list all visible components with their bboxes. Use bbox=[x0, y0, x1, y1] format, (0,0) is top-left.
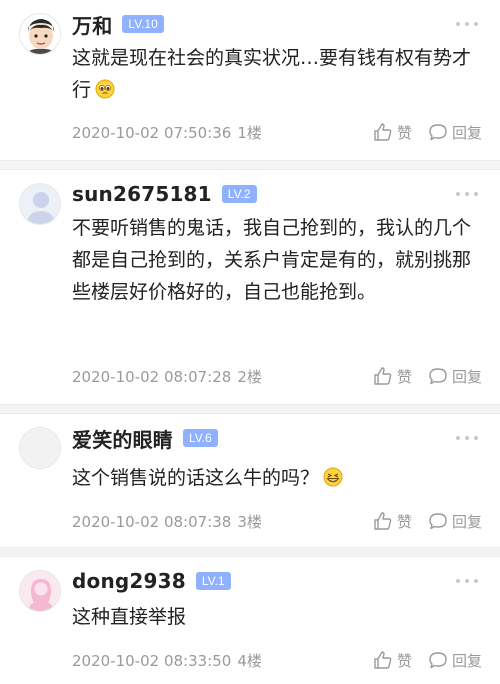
divider bbox=[0, 404, 500, 414]
comment-header: dong2938 LV.1 bbox=[72, 568, 231, 594]
grinning-face-emoji bbox=[323, 467, 343, 487]
comment-meta: 2020-10-02 08:33:50 4楼 bbox=[72, 650, 357, 671]
comment-text: 这种直接举报 bbox=[72, 606, 187, 628]
comment-header: 爱笑的眼睛 LV.6 bbox=[72, 424, 218, 453]
level-badge: LV.6 bbox=[183, 429, 218, 447]
comment-text: 这就是现在社会的真实状况…要有钱有权有势才行 bbox=[72, 47, 472, 101]
comment-text: 不要听销售的鬼话，我自己抢到的，我认的几个都是自己抢到的，关系户肯定是有的，就别… bbox=[72, 217, 472, 303]
more-options-icon[interactable] bbox=[456, 434, 478, 442]
reply-label: 回复 bbox=[451, 651, 482, 670]
cartoon-man-avatar-icon bbox=[20, 14, 60, 54]
comment-time: 2020-10-02 08:33:50 bbox=[72, 651, 232, 670]
comment-time: 2020-10-02 07:50:36 bbox=[72, 123, 232, 142]
pink-user-avatar-icon bbox=[20, 571, 60, 611]
level-badge: LV.1 bbox=[195, 572, 231, 590]
comment-meta: 2020-10-02 07:50:36 1楼 bbox=[72, 122, 357, 143]
level-badge: LV.10 bbox=[122, 15, 164, 33]
username[interactable]: sun2675181 bbox=[72, 182, 212, 206]
comment-item: dong2938 LV.1 这种直接举报 2020-10-02 08:33:50… bbox=[0, 557, 500, 684]
reply-button[interactable]: 回复 bbox=[428, 122, 482, 143]
more-options-icon[interactable] bbox=[456, 577, 478, 585]
comment-meta: 2020-10-02 08:07:38 3楼 bbox=[72, 511, 357, 532]
comment-bubble-icon bbox=[429, 513, 447, 530]
floor-number: 3楼 bbox=[237, 512, 262, 531]
thumbs-up-icon bbox=[374, 367, 392, 385]
like-label: 赞 bbox=[396, 367, 412, 386]
comment-footer: 2020-10-02 08:07:38 3楼 赞 回复 bbox=[72, 510, 482, 532]
comment-footer: 2020-10-02 07:50:36 1楼 赞 回复 bbox=[72, 121, 482, 143]
floor-number: 4楼 bbox=[237, 651, 262, 670]
comment-time: 2020-10-02 08:07:38 bbox=[72, 512, 232, 531]
reply-label: 回复 bbox=[451, 367, 482, 386]
blank-avatar-icon bbox=[20, 428, 60, 468]
username[interactable]: dong2938 bbox=[72, 569, 186, 593]
comment-item: sun2675181 LV.2 不要听销售的鬼话，我自己抢到的，我认的几个都是自… bbox=[0, 170, 500, 404]
floor-number: 2楼 bbox=[237, 367, 262, 386]
username[interactable]: 万和 bbox=[72, 10, 112, 39]
like-button[interactable]: 赞 bbox=[373, 650, 412, 671]
thumbs-up-icon bbox=[374, 651, 392, 669]
comment-item: 万和 LV.10 这就是现在社会的真实状况…要有钱有权有势才行 2020-10-… bbox=[0, 0, 500, 160]
thumbs-up-icon bbox=[374, 512, 392, 530]
reply-button[interactable]: 回复 bbox=[428, 650, 482, 671]
comment-bubble-icon bbox=[429, 368, 447, 385]
like-button[interactable]: 赞 bbox=[373, 122, 412, 143]
comment-text-wrap: 这个销售说的话这么牛的吗？ bbox=[72, 462, 476, 494]
like-label: 赞 bbox=[396, 512, 412, 531]
floor-number: 1楼 bbox=[237, 123, 262, 142]
default-user-avatar-icon bbox=[20, 184, 60, 224]
comment-text: 这个销售说的话这么牛的吗？ bbox=[72, 467, 320, 489]
divider bbox=[0, 160, 500, 170]
comment-footer: 2020-10-02 08:07:28 2楼 赞 回复 bbox=[72, 365, 482, 387]
like-label: 赞 bbox=[396, 651, 412, 670]
level-badge: LV.2 bbox=[221, 185, 257, 203]
comment-item: 爱笑的眼睛 LV.6 这个销售说的话这么牛的吗？ 2020-10-02 08:0… bbox=[0, 414, 500, 547]
pleading-face-emoji bbox=[95, 79, 115, 99]
thumbs-up-icon bbox=[374, 123, 392, 141]
avatar[interactable] bbox=[19, 183, 61, 225]
comment-meta: 2020-10-02 08:07:28 2楼 bbox=[72, 366, 357, 387]
comment-bubble-icon bbox=[429, 124, 447, 141]
avatar[interactable] bbox=[19, 570, 61, 612]
more-options-icon[interactable] bbox=[456, 20, 478, 28]
comment-time: 2020-10-02 08:07:28 bbox=[72, 367, 232, 386]
comment-text-wrap: 这就是现在社会的真实状况…要有钱有权有势才行 bbox=[72, 42, 476, 106]
reply-label: 回复 bbox=[451, 123, 482, 142]
reply-label: 回复 bbox=[451, 512, 482, 531]
like-button[interactable]: 赞 bbox=[373, 366, 412, 387]
divider bbox=[0, 547, 500, 557]
reply-button[interactable]: 回复 bbox=[428, 366, 482, 387]
comment-header: sun2675181 LV.2 bbox=[72, 181, 257, 207]
like-button[interactable]: 赞 bbox=[373, 511, 412, 532]
reply-button[interactable]: 回复 bbox=[428, 511, 482, 532]
comment-header: 万和 LV.10 bbox=[72, 10, 164, 39]
avatar[interactable] bbox=[19, 427, 61, 469]
more-options-icon[interactable] bbox=[456, 190, 478, 198]
like-label: 赞 bbox=[396, 123, 412, 142]
avatar[interactable] bbox=[19, 13, 61, 55]
comment-footer: 2020-10-02 08:33:50 4楼 赞 回复 bbox=[72, 649, 482, 671]
username[interactable]: 爱笑的眼睛 bbox=[72, 424, 173, 453]
comment-bubble-icon bbox=[429, 652, 447, 669]
